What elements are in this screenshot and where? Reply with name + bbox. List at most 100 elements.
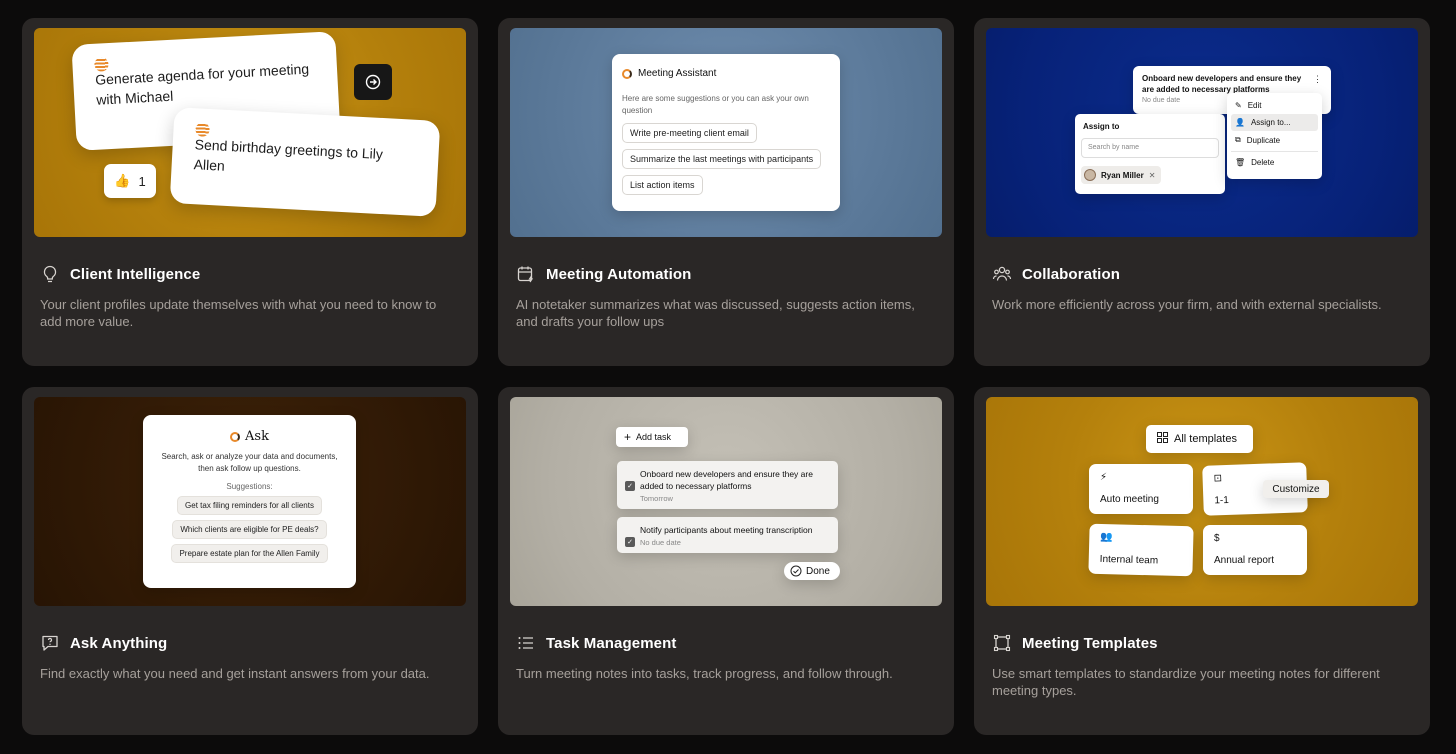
feature-card-ask-anything[interactable]: Ask Search, ask or analyze your data and… bbox=[22, 387, 478, 735]
reaction-badge[interactable]: 👍 1 bbox=[104, 164, 156, 198]
task-item[interactable]: ✓ Notify participants about meeting tran… bbox=[617, 517, 838, 553]
customize-button[interactable]: Customize bbox=[1263, 480, 1329, 498]
assignee-search-input[interactable]: Search by name bbox=[1081, 138, 1219, 158]
assistant-intro: Here are some suggestions or you can ask… bbox=[622, 94, 809, 115]
menu-divider bbox=[1231, 151, 1318, 152]
list-icon bbox=[518, 637, 533, 649]
menu-label: Delete bbox=[1251, 158, 1275, 167]
template-label: Auto meeting bbox=[1100, 494, 1159, 505]
add-task-button[interactable]: + Add task bbox=[616, 427, 688, 447]
assignee-chip[interactable]: Ryan Miller ✕ bbox=[1081, 166, 1162, 184]
suggestion-chip[interactable]: Which clients are eligible for PE deals? bbox=[172, 520, 327, 539]
ask-panel: Ask Search, ask or analyze your data and… bbox=[143, 415, 356, 588]
add-task-label: Add task bbox=[636, 432, 672, 442]
all-templates-label: All templates bbox=[1174, 433, 1237, 445]
template-label: Annual report bbox=[1214, 555, 1275, 566]
suggestion-chip[interactable]: List action items bbox=[622, 175, 703, 195]
done-label: Done bbox=[806, 565, 830, 577]
task-title: Notify participants about meeting transc… bbox=[640, 525, 813, 535]
template-label: Internal team bbox=[1099, 553, 1159, 567]
feature-card-task-management[interactable]: + Add task ✓ Onboard new developers and … bbox=[498, 387, 954, 735]
task-title: Onboard new developers and ensure they a… bbox=[1142, 74, 1302, 94]
assign-heading: Assign to bbox=[1083, 122, 1120, 131]
arrow-right-button[interactable] bbox=[354, 64, 392, 100]
card-title: Task Management bbox=[546, 634, 677, 652]
preview-client-intelligence: Generate agenda for your meeting with Mi… bbox=[34, 28, 466, 237]
check-circle-icon bbox=[790, 565, 802, 577]
task-title: Onboard new developers and ensure they a… bbox=[640, 469, 813, 491]
person-icon: 👤 bbox=[1235, 118, 1245, 127]
copy-icon: ⧉ bbox=[1235, 135, 1241, 144]
card-description: Work more efficiently across your firm, … bbox=[992, 297, 1382, 312]
assistant-logo-icon bbox=[230, 431, 241, 442]
suggestion-chip[interactable]: Summarize the last meetings with partici… bbox=[622, 149, 822, 169]
dollar-icon: $ bbox=[1214, 533, 1220, 544]
feature-card-meeting-automation[interactable]: Meeting Assistant Here are some suggesti… bbox=[498, 18, 954, 366]
assistant-title: Meeting Assistant bbox=[638, 68, 717, 79]
card-description: AI notetaker summarizes what was discuss… bbox=[516, 297, 915, 329]
suggestions-label: Suggestions: bbox=[226, 482, 273, 491]
card-title: Meeting Automation bbox=[546, 265, 692, 283]
preview-collaboration: Onboard new developers and ensure they a… bbox=[986, 28, 1418, 237]
checkbox-icon[interactable]: ✓ bbox=[625, 481, 635, 491]
assistant-logo-icon bbox=[622, 68, 632, 79]
feature-card-meeting-templates[interactable]: All templates ⚡︎ Auto meeting ⊡ 1-1 Cust… bbox=[974, 387, 1430, 735]
reaction-count: 1 bbox=[138, 173, 146, 189]
remove-icon[interactable]: ✕ bbox=[1149, 171, 1156, 180]
task-item[interactable]: ✓ Onboard new developers and ensure they… bbox=[617, 461, 838, 509]
card-title: Client Intelligence bbox=[70, 265, 201, 283]
task-due: Tomorrow bbox=[640, 494, 673, 503]
card-description: Find exactly what you need and get insta… bbox=[40, 666, 430, 681]
card-description: Your client profiles update themselves w… bbox=[40, 297, 437, 329]
menu-label: Duplicate bbox=[1246, 135, 1281, 145]
lightbulb-icon bbox=[43, 265, 57, 283]
card-title: Meeting Templates bbox=[1022, 634, 1158, 652]
arrow-right-icon bbox=[365, 74, 381, 90]
bolt-icon: ⚡︎ bbox=[1100, 472, 1108, 483]
card-description: Use smart templates to standardize your … bbox=[992, 666, 1380, 698]
card-description: Turn meeting notes into tasks, track pro… bbox=[516, 666, 893, 681]
preview-task-management: + Add task ✓ Onboard new developers and … bbox=[510, 397, 942, 606]
more-options-icon[interactable]: ⋮ bbox=[1313, 74, 1322, 85]
thumbs-up-icon: 👍 bbox=[114, 173, 131, 188]
meeting-assistant-panel: Meeting Assistant Here are some suggesti… bbox=[612, 54, 840, 211]
done-badge[interactable]: Done bbox=[784, 562, 840, 580]
calendar-bolt-icon bbox=[517, 266, 534, 283]
trash-icon: 🗑 bbox=[1235, 158, 1246, 167]
grid-icon bbox=[1157, 432, 1168, 446]
menu-label: Edit bbox=[1247, 101, 1262, 110]
frame-icon bbox=[993, 634, 1011, 652]
menu-item-delete[interactable]: 🗑 Delete bbox=[1231, 154, 1318, 171]
prompt-text: Send birthday greetings to Lily Allen bbox=[193, 136, 384, 174]
menu-label: Assign to... bbox=[1250, 118, 1291, 127]
menu-item-duplicate[interactable]: ⧉ Duplicate bbox=[1231, 131, 1318, 149]
template-card-internal-team[interactable]: 👥 Internal team bbox=[1088, 523, 1194, 577]
pencil-icon: ✎ bbox=[1235, 101, 1242, 110]
template-card-annual-report[interactable]: $ Annual report bbox=[1203, 525, 1307, 575]
menu-item-assign[interactable]: 👤 Assign to... bbox=[1231, 114, 1318, 131]
plus-icon: + bbox=[624, 430, 632, 444]
ask-title: Ask bbox=[245, 429, 269, 444]
suggestion-chip[interactable]: Write pre-meeting client email bbox=[622, 123, 757, 143]
suggestion-chip[interactable]: Prepare estate plan for the Allen Family bbox=[171, 544, 328, 563]
feature-card-client-intelligence[interactable]: Generate agenda for your meeting with Mi… bbox=[22, 18, 478, 366]
preview-meeting-automation: Meeting Assistant Here are some suggesti… bbox=[510, 28, 942, 237]
all-templates-button[interactable]: All templates bbox=[1146, 425, 1253, 453]
preview-meeting-templates: All templates ⚡︎ Auto meeting ⊡ 1-1 Cust… bbox=[986, 397, 1418, 606]
assign-popover: Assign to Search by name Ryan Miller ✕ bbox=[1075, 114, 1225, 194]
chat-question-icon bbox=[42, 635, 58, 651]
card-title: Ask Anything bbox=[70, 634, 168, 652]
suggestion-chip[interactable]: Get tax filing reminders for all clients bbox=[177, 496, 322, 515]
feature-card-collaboration[interactable]: Onboard new developers and ensure they a… bbox=[974, 18, 1430, 366]
menu-item-edit[interactable]: ✎ Edit bbox=[1231, 97, 1318, 114]
context-menu: ✎ Edit 👤 Assign to... ⧉ Duplicate 🗑 Delete bbox=[1227, 93, 1322, 179]
avatar bbox=[1084, 169, 1096, 181]
template-card-auto-meeting[interactable]: ⚡︎ Auto meeting bbox=[1089, 464, 1193, 514]
people-icon: 👥 bbox=[1100, 531, 1113, 544]
prompt-bubble-birthday: Send birthday greetings to Lily Allen bbox=[169, 107, 441, 217]
people-icon bbox=[992, 266, 1012, 281]
checkbox-icon[interactable]: ✓ bbox=[625, 537, 635, 547]
prompt-text: Generate agenda for your meeting with Mi… bbox=[94, 60, 310, 108]
assignee-name: Ryan Miller bbox=[1101, 170, 1144, 180]
card-title: Collaboration bbox=[1022, 265, 1120, 283]
